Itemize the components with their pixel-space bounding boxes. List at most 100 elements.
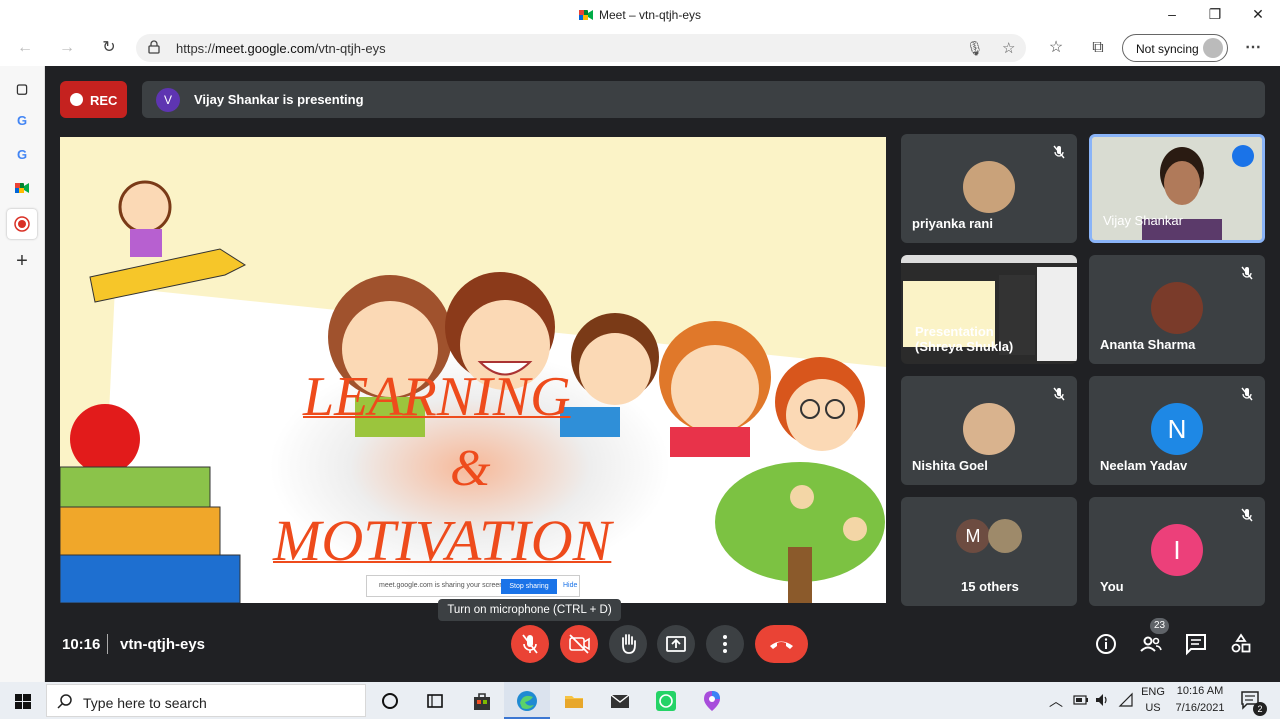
participant-name: priyanka rani: [912, 216, 993, 231]
url-prefix: https://: [176, 41, 216, 56]
mic-off-icon: [1053, 387, 1065, 401]
forward-arrow-icon[interactable]: →: [56, 38, 78, 58]
participant-tile[interactable]: Nishita Goel: [901, 376, 1077, 485]
network-icon[interactable]: [1118, 692, 1134, 708]
volume-icon[interactable]: [1094, 692, 1110, 708]
notification-count: 2: [1253, 702, 1267, 716]
active-speaker-tile[interactable]: Vijay Shankar: [1089, 134, 1265, 243]
record-dot-icon: [70, 93, 83, 106]
stop-sharing-button[interactable]: Stop sharing: [501, 579, 557, 594]
windows-start-icon[interactable]: [11, 689, 35, 713]
info-icon[interactable]: [1094, 632, 1118, 656]
recording-badge[interactable]: REC: [60, 81, 127, 118]
task-view-icon[interactable]: [423, 689, 447, 713]
microphone-toggle-button[interactable]: [511, 625, 549, 663]
taskbar-date[interactable]: 7/16/2021: [1170, 702, 1230, 714]
presentation-slide: LEARNING & MOTIVATION meet.google.com is…: [60, 137, 886, 603]
participant-name: Neelam Yadav: [1100, 458, 1188, 473]
meet-tab-icon[interactable]: [10, 176, 34, 200]
share-notice-text: meet.google.com is sharing your screen.: [379, 582, 506, 589]
camera-toggle-button[interactable]: [560, 625, 598, 663]
collections-icon[interactable]: ⧉: [1087, 38, 1109, 58]
more-vert-icon: [723, 635, 727, 653]
screen-share-bar: meet.google.com is sharing your screen. …: [366, 575, 580, 597]
lock-icon: [148, 40, 160, 54]
whatsapp-icon[interactable]: [654, 689, 678, 713]
close-window-button[interactable]: ✕: [1243, 4, 1273, 24]
more-options-button[interactable]: [706, 625, 744, 663]
more-options-icon[interactable]: ⋯: [1242, 38, 1264, 58]
meet-logo-icon: [578, 9, 593, 21]
others-avatar-2: [988, 519, 1022, 553]
mic-off-icon: [1241, 387, 1253, 401]
keyboard-layout[interactable]: US: [1140, 702, 1166, 714]
search-placeholder: Type here to search: [83, 695, 207, 711]
browser-title-bar: Meet – vtn-qtjh-eys – ❐ ✕: [0, 0, 1280, 30]
show-hidden-icons-icon[interactable]: ︿: [1049, 691, 1063, 711]
add-tab-icon[interactable]: +: [10, 249, 34, 273]
raise-hand-button[interactable]: [609, 625, 647, 663]
tab-actions-icon[interactable]: ▢: [10, 77, 34, 101]
cortana-icon[interactable]: [378, 689, 402, 713]
participant-tile[interactable]: priyanka rani: [901, 134, 1077, 243]
present-now-button[interactable]: [657, 625, 695, 663]
search-icon: [57, 694, 72, 709]
presenter-avatar: V: [156, 88, 180, 112]
mic-off-icon: [1241, 508, 1253, 522]
self-avatar: I: [1151, 524, 1203, 576]
file-explorer-icon[interactable]: [562, 689, 586, 713]
others-avatar: M: [956, 519, 990, 553]
url-host: meet.google.com: [215, 41, 315, 56]
favorites-icon[interactable]: ☆: [1045, 38, 1067, 58]
add-favorite-icon[interactable]: ☆: [1002, 39, 1015, 57]
slide-title-learning: LEARNING: [303, 366, 571, 428]
taskbar-search-box[interactable]: Type here to search: [46, 684, 366, 717]
store-icon[interactable]: [470, 689, 494, 713]
mail-icon[interactable]: [608, 689, 632, 713]
taskbar-clock[interactable]: 10:16 AM: [1170, 685, 1230, 697]
google-tab-icon[interactable]: G: [10, 109, 34, 133]
participant-tile[interactable]: Ananta Sharma: [1089, 255, 1265, 364]
present-screen-icon: [666, 636, 686, 652]
edge-icon: [517, 691, 537, 711]
microphone-icon[interactable]: 🎙: [966, 40, 984, 57]
self-tile[interactable]: I You: [1089, 497, 1265, 606]
profile-sync-button[interactable]: Not syncing: [1122, 34, 1228, 62]
profile-avatar-icon: [1203, 38, 1223, 58]
participant-name: Ananta Sharma: [1100, 337, 1196, 352]
back-arrow-icon[interactable]: ←: [14, 38, 36, 58]
browser-sidebar: ▢ G G +: [0, 66, 45, 682]
microphone-tooltip: Turn on microphone (CTRL + D): [438, 599, 621, 621]
url-text[interactable]: https://meet.google.com/vtn-qtjh-eys: [176, 41, 386, 56]
participant-avatar: [963, 403, 1015, 455]
participant-tile[interactable]: N Neelam Yadav: [1089, 376, 1265, 485]
camera-off-icon: [569, 634, 590, 654]
hide-share-bar-button[interactable]: Hide: [563, 582, 577, 589]
address-bar[interactable]: https://meet.google.com/vtn-qtjh-eys 🎙 ☆: [136, 34, 1026, 62]
windows-taskbar: Type here to search ︿ ENG US 10:16 AM 7/…: [0, 682, 1280, 719]
activities-icon[interactable]: [1229, 632, 1253, 656]
language-indicator[interactable]: ENG: [1140, 686, 1166, 698]
participant-avatar: N: [1151, 403, 1203, 455]
participant-name: Presentation (Shreya Shukla): [915, 324, 1014, 354]
chat-icon[interactable]: [1184, 632, 1208, 656]
google-tab-icon-2[interactable]: G: [10, 143, 34, 167]
maximize-button[interactable]: ❐: [1200, 4, 1230, 24]
battery-icon[interactable]: [1073, 694, 1089, 706]
participant-name: Nishita Goel: [912, 458, 988, 473]
record-tab-icon[interactable]: [7, 209, 37, 239]
url-path: /vtn-qtjh-eys: [314, 41, 386, 56]
people-icon[interactable]: [1139, 632, 1163, 656]
participant-avatar: [1151, 282, 1203, 334]
maps-pin-icon[interactable]: [700, 689, 724, 713]
presentation-tile[interactable]: Presentation (Shreya Shukla): [901, 255, 1077, 364]
leave-call-button[interactable]: [755, 625, 808, 663]
mic-off-icon: [522, 634, 538, 654]
minimize-button[interactable]: –: [1157, 4, 1187, 24]
slide-title-motivation: MOTIVATION: [273, 508, 612, 573]
others-tile[interactable]: M 15 others: [901, 497, 1077, 606]
refresh-icon[interactable]: ↻: [98, 38, 120, 58]
rec-label: REC: [90, 93, 118, 108]
meeting-clock: 10:16: [62, 636, 101, 653]
edge-taskbar-item[interactable]: [504, 682, 550, 719]
